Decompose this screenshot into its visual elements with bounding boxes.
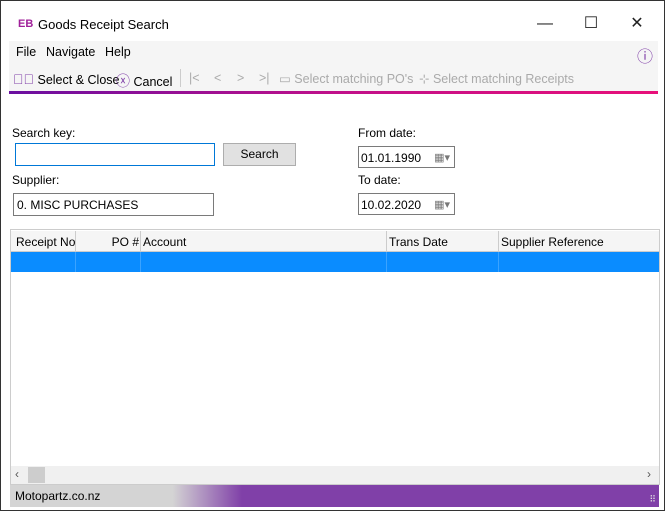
- next-record-icon[interactable]: >: [237, 71, 244, 85]
- accent-line: [9, 91, 658, 94]
- toolbar-divider: [180, 69, 181, 87]
- to-date-label: To date:: [358, 173, 401, 187]
- status-bar: Motopartz.co.nz ⠿: [10, 485, 659, 507]
- goods-receipt-search-window: EB Goods Receipt Search — ☐ ✕ File Navig…: [0, 0, 665, 511]
- column-account[interactable]: Account: [141, 231, 387, 251]
- search-key-input[interactable]: [15, 143, 215, 166]
- from-date-picker[interactable]: 01.01.1990 ▦▾: [358, 146, 455, 168]
- from-date-value: 01.01.1990: [361, 151, 422, 165]
- last-record-icon[interactable]: >|: [259, 71, 270, 85]
- close-button[interactable]: ✕: [614, 9, 660, 39]
- resize-grip-icon[interactable]: ⠿: [649, 494, 656, 505]
- cancel-button[interactable]: ⓧ Cancel: [116, 71, 172, 91]
- supplier-input[interactable]: 0. MISC PURCHASES: [13, 193, 214, 216]
- select-matching-pos-button[interactable]: ▭ Select matching PO's: [279, 71, 413, 86]
- to-date-picker[interactable]: 10.02.2020 ▦▾: [358, 193, 455, 215]
- scrollbar-thumb[interactable]: [28, 467, 45, 483]
- select-matching-receipts-button[interactable]: ⊹ Select matching Receipts: [419, 71, 574, 86]
- column-supplier-reference[interactable]: Supplier Reference: [499, 231, 659, 251]
- column-receipt-no[interactable]: Receipt No: [11, 231, 76, 251]
- previous-record-icon[interactable]: <: [214, 71, 221, 85]
- hierarchy-icon: ⊹: [419, 72, 430, 86]
- calendar-dropdown-icon[interactable]: ▦▾: [434, 151, 450, 164]
- info-icon[interactable]: ⓘ: [637, 43, 653, 67]
- app-logo: EB: [18, 18, 34, 30]
- toolbar: ✓⃝ Select & Close ⓧ Cancel |< < > >| ▭ S…: [9, 65, 658, 91]
- menu-help[interactable]: Help: [105, 45, 131, 59]
- maximize-button[interactable]: ☐: [568, 9, 614, 39]
- window-icon: ▭: [279, 72, 291, 86]
- from-date-label: From date:: [358, 126, 417, 140]
- receipts-grid: Receipt No PO # Account Trans Date Suppl…: [10, 229, 660, 485]
- table-row[interactable]: [11, 252, 659, 272]
- supplier-label: Supplier:: [12, 173, 60, 187]
- check-circle-icon: ✓⃝: [13, 71, 34, 87]
- select-close-button[interactable]: ✓⃝ Select & Close: [13, 71, 119, 87]
- minimize-button[interactable]: —: [522, 9, 568, 39]
- status-text: Motopartz.co.nz: [15, 489, 101, 503]
- column-po-number[interactable]: PO #: [76, 231, 141, 251]
- first-record-icon[interactable]: |<: [189, 71, 200, 85]
- menu-navigate[interactable]: Navigate: [46, 45, 95, 59]
- menu-bar: File Navigate Help ⓘ: [9, 41, 658, 67]
- menu-file[interactable]: File: [16, 45, 36, 59]
- scroll-right-icon[interactable]: ›: [647, 467, 651, 481]
- scroll-left-icon[interactable]: ‹: [15, 467, 19, 481]
- title-bar: EB Goods Receipt Search — ☐ ✕: [1, 1, 664, 41]
- x-circle-icon: ⓧ: [116, 73, 130, 89]
- column-trans-date[interactable]: Trans Date: [387, 231, 499, 251]
- search-button[interactable]: Search: [223, 143, 296, 166]
- calendar-dropdown-icon[interactable]: ▦▾: [434, 198, 450, 211]
- to-date-value: 10.02.2020: [361, 198, 422, 212]
- grid-header: Receipt No PO # Account Trans Date Suppl…: [11, 231, 659, 252]
- search-key-label: Search key:: [12, 126, 76, 140]
- horizontal-scrollbar[interactable]: ‹ ›: [11, 466, 659, 484]
- window-title: Goods Receipt Search: [38, 17, 169, 32]
